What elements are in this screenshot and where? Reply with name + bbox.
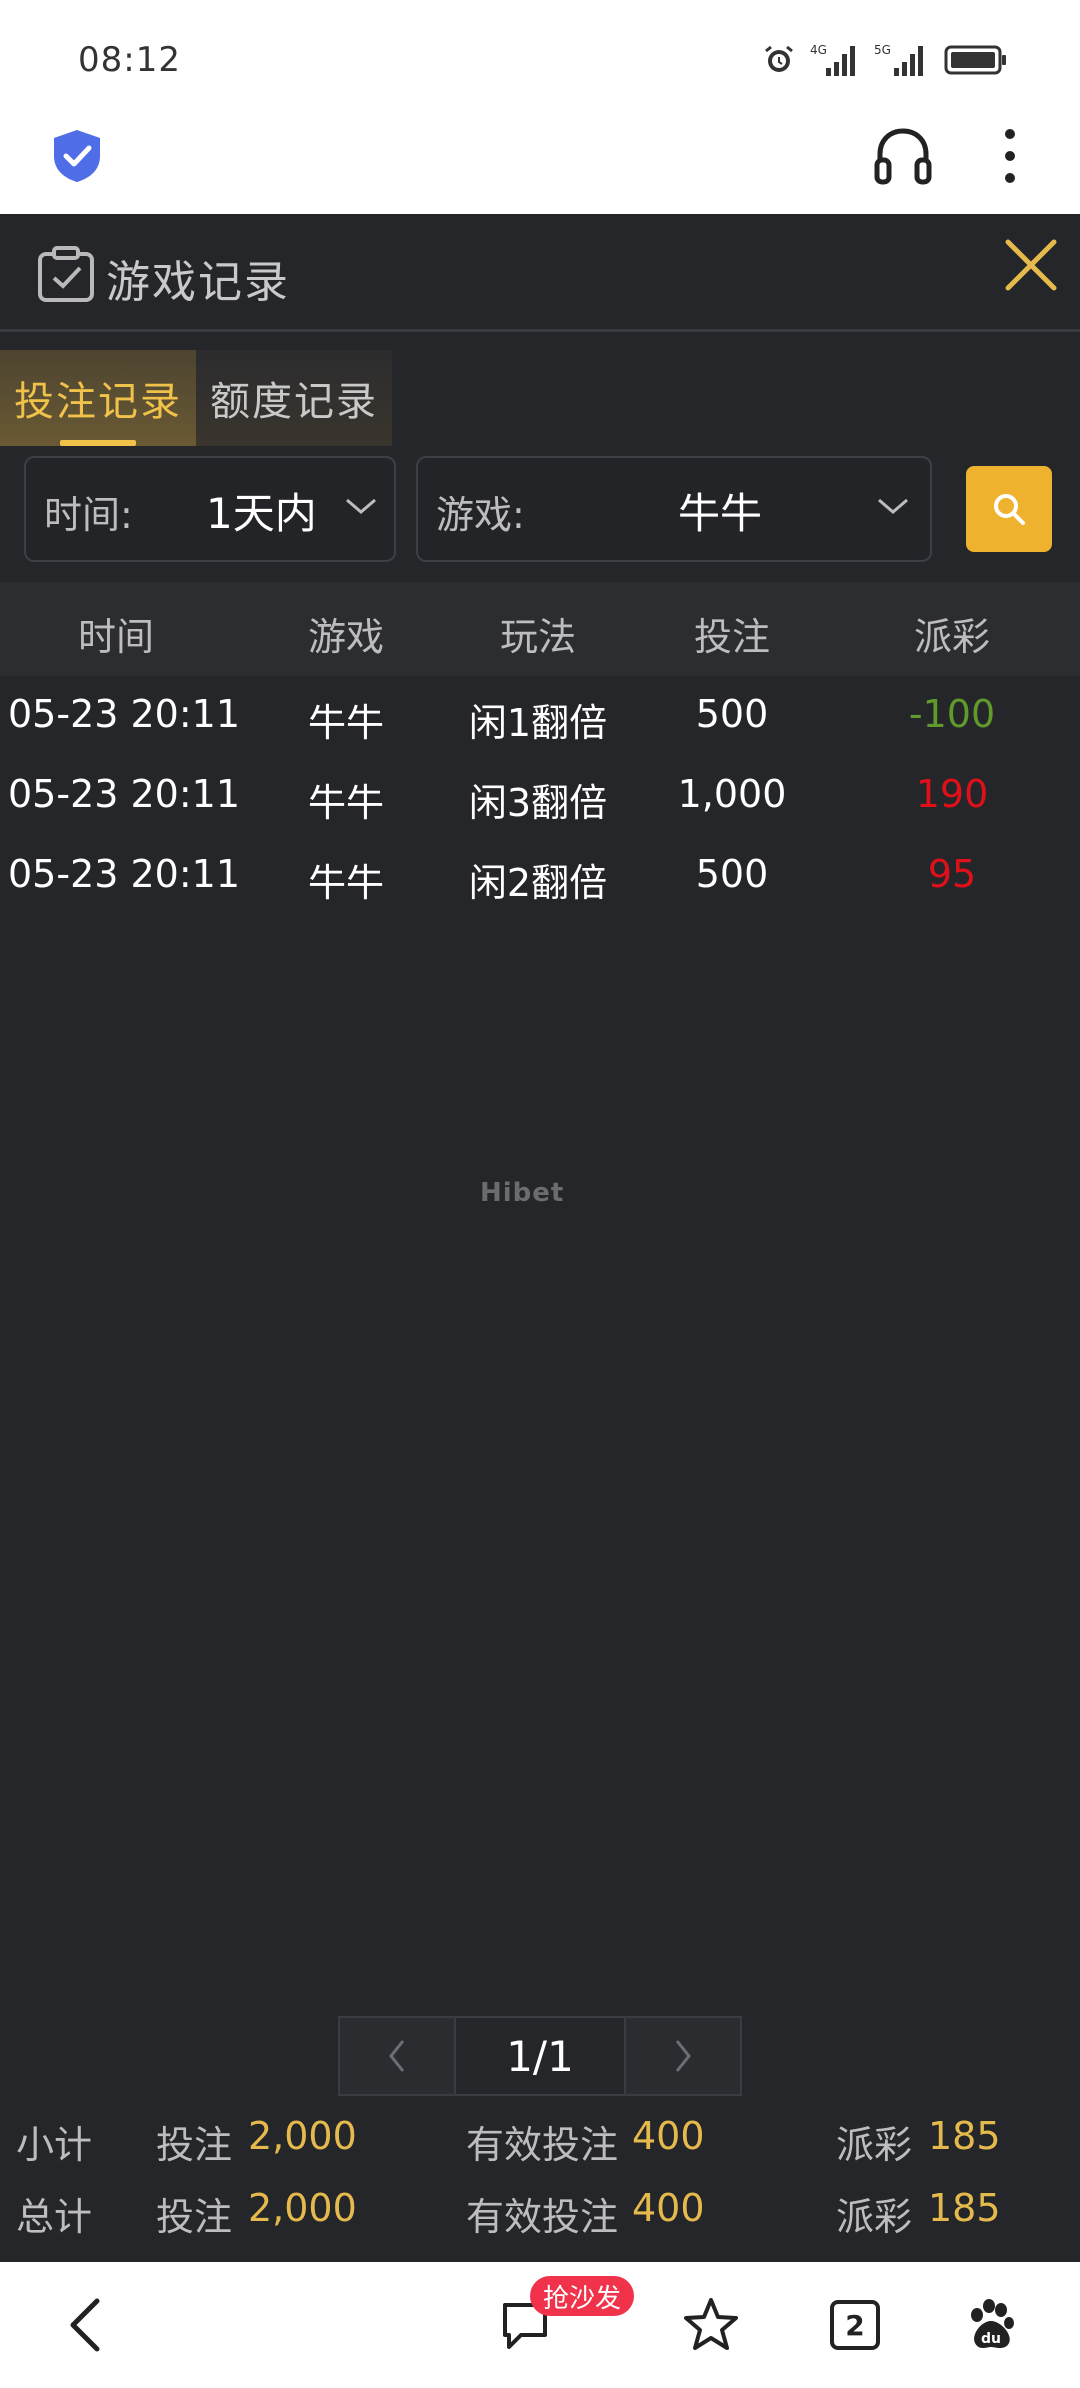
chevron-down-icon: [346, 498, 376, 514]
prev-page-button[interactable]: [340, 2018, 454, 2094]
cell-game: 牛牛: [307, 861, 384, 905]
tab-credit-records[interactable]: 额度记录: [196, 350, 392, 446]
total-payout-value: 185: [928, 2186, 1001, 2230]
subtotal-payout-label: 派彩: [836, 2123, 913, 2167]
panel-title: 游戏记录: [106, 257, 290, 308]
signal-5g-icon: 5G: [874, 43, 923, 76]
status-time: 08:12: [78, 40, 181, 80]
total-payout-label: 派彩: [836, 2195, 913, 2239]
signal-4g-icon: 4G: [810, 43, 855, 76]
time-filter-select[interactable]: 时间: 1天内: [24, 456, 396, 562]
table-header: 时间 游戏 玩法 投注 派彩: [0, 582, 1080, 676]
table-row: 05-23 20:11 牛牛 闲1翻倍 500 -100: [0, 676, 1080, 756]
chevron-right-icon: [675, 2040, 691, 2072]
watermark-logo: Hibet: [480, 1178, 565, 1208]
cell-bet: 500: [695, 692, 769, 736]
subtotal-bet-value: 2,000: [248, 2114, 357, 2158]
next-page-button[interactable]: [626, 2018, 740, 2094]
table-row: 05-23 20:11 牛牛 闲2翻倍 500 95: [0, 836, 1080, 916]
panel-header: 游戏记录: [0, 214, 1080, 332]
baidu-paw-icon: du: [971, 2299, 1014, 2348]
cell-payout: -100: [908, 692, 996, 736]
time-filter-value: 1天内: [206, 489, 317, 538]
sofa-badge: 抢沙发: [530, 2276, 634, 2316]
pagination: 1/1: [338, 2016, 742, 2096]
svg-text:4G: 4G: [810, 43, 827, 57]
cell-payout: 190: [915, 772, 989, 816]
cell-game: 牛牛: [307, 781, 384, 825]
favorite-button[interactable]: [666, 2262, 756, 2388]
column-header-play: 玩法: [499, 615, 576, 659]
cell-time: 05-23 20:11: [8, 772, 241, 816]
cell-play: 闲1翻倍: [468, 701, 608, 745]
game-filter-label: 游戏:: [436, 493, 525, 537]
svg-text:du: du: [981, 2331, 1001, 2347]
record-tabs: 投注记录 额度记录: [0, 350, 392, 446]
record-clipboard-icon: [38, 246, 94, 302]
total-valid-value: 400: [632, 2186, 705, 2230]
subtotal-valid-label: 有效投注: [466, 2123, 619, 2167]
svg-text:5G: 5G: [874, 43, 891, 57]
cell-payout: 95: [927, 852, 977, 896]
total-bet-label: 投注: [156, 2195, 233, 2239]
cell-time: 05-23 20:11: [8, 692, 241, 736]
column-header-payout: 派彩: [913, 615, 990, 659]
back-arrow-icon: [70, 2298, 100, 2352]
cell-play: 闲3翻倍: [468, 781, 608, 825]
close-icon[interactable]: [1000, 234, 1062, 296]
time-filter-label: 时间:: [44, 493, 133, 537]
game-filter-select[interactable]: 游戏: 牛牛: [416, 456, 932, 562]
status-icons: 4G 5G: [762, 40, 1008, 80]
page-indicator: 1/1: [454, 2018, 626, 2094]
cell-play: 闲2翻倍: [468, 861, 608, 905]
chevron-left-icon: [389, 2040, 405, 2072]
subtotal-valid-value: 400: [632, 2114, 705, 2158]
cell-time: 05-23 20:11: [8, 852, 241, 896]
tab-count: 2: [845, 2308, 865, 2342]
subtotal-bet-label: 投注: [156, 2123, 233, 2167]
total-bet-value: 2,000: [248, 2186, 357, 2230]
total-label: 总计: [16, 2195, 93, 2239]
table-row: 05-23 20:11 牛牛 闲3翻倍 1,000 190: [0, 756, 1080, 836]
search-button[interactable]: [966, 466, 1052, 552]
battery-icon: [944, 45, 1006, 75]
column-header-bet: 投注: [693, 615, 770, 659]
back-button[interactable]: [40, 2262, 130, 2388]
column-header-game: 游戏: [307, 615, 384, 659]
more-vertical-icon[interactable]: [1000, 128, 1020, 184]
game-filter-value: 牛牛: [678, 489, 763, 538]
cell-bet: 500: [695, 852, 769, 896]
column-header-time: 时间: [77, 615, 154, 659]
shield-check-icon[interactable]: [50, 128, 104, 184]
total-valid-label: 有效投注: [466, 2195, 619, 2239]
chevron-down-icon: [878, 498, 908, 514]
subtotal-label: 小计: [16, 2123, 93, 2167]
baidu-button[interactable]: du: [946, 2262, 1036, 2388]
alarm-icon: [765, 45, 793, 72]
tab-bet-records[interactable]: 投注记录: [0, 350, 196, 446]
cell-game: 牛牛: [307, 701, 384, 745]
subtotal-payout-value: 185: [928, 2114, 1001, 2158]
status-bar: 08:12 4G 5G: [0, 0, 1080, 112]
game-record-panel: 游戏记录 投注记录 额度记录 时间: 1天内 游戏: 牛牛 时间 游戏 玩法 投…: [0, 214, 1080, 2262]
tabs-button[interactable]: 2: [810, 2262, 900, 2388]
search-icon: [994, 494, 1025, 525]
subtotal-row: 小计 投注 2,000 有效投注 400 派彩 185: [0, 2114, 1080, 2174]
star-icon: [684, 2298, 738, 2350]
total-row: 总计 投注 2,000 有效投注 400 派彩 185: [0, 2186, 1080, 2246]
headphone-icon[interactable]: [874, 126, 932, 186]
cell-bet: 1,000: [677, 772, 787, 816]
